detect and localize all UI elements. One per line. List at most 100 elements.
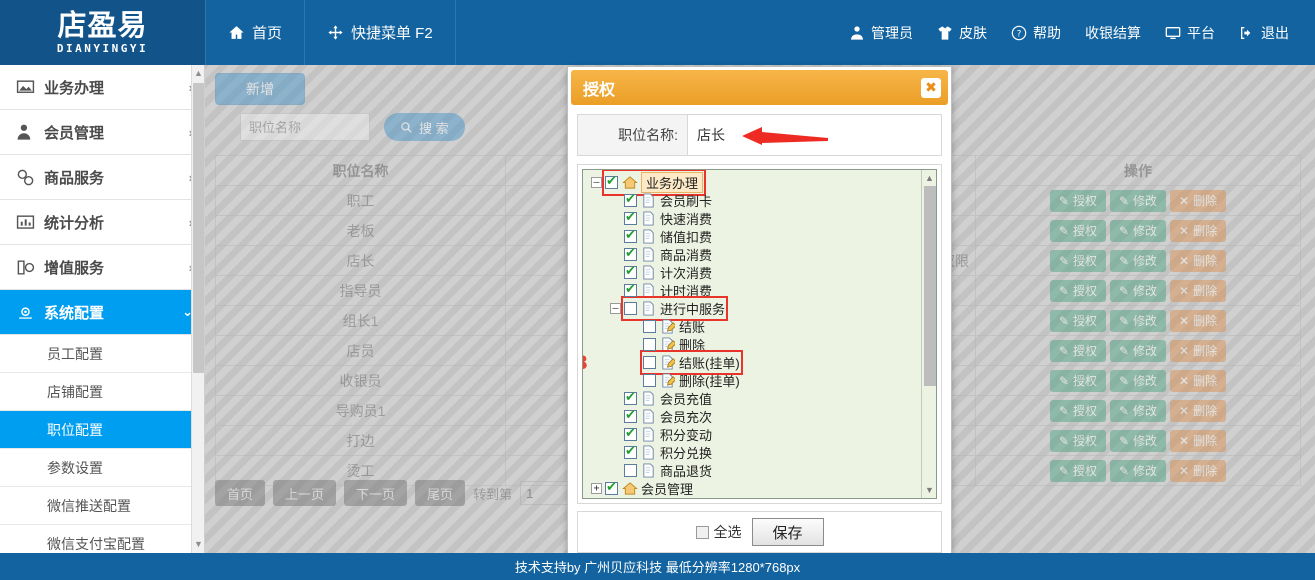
tree-node-checkbox[interactable] <box>643 337 656 351</box>
tree-node-checkbox[interactable] <box>605 174 618 189</box>
sidebar-subitem-position[interactable]: 职位配置 <box>0 411 204 449</box>
tree-node-content[interactable]: 计时消费 <box>624 281 712 300</box>
grant-button[interactable]: ✎ 授权 <box>1049 369 1106 392</box>
tree-node-content[interactable]: 会员管理 <box>605 479 693 498</box>
grant-button[interactable]: ✎ 授权 <box>1049 249 1106 272</box>
tree-node-content[interactable]: 会员充次 <box>624 407 712 426</box>
sidebar-item-members[interactable]: 会员管理 › <box>0 110 204 155</box>
sidebar-subitem-wechat-alipay[interactable]: 微信支付宝配置 <box>0 525 204 553</box>
edit-button[interactable]: ✎ 修改 <box>1109 249 1167 272</box>
tree-scroll-down-icon[interactable]: ▼ <box>925 485 934 495</box>
nav-item-admin[interactable]: 管理员 <box>837 23 925 43</box>
tree-scrollbar-thumb[interactable] <box>924 186 936 386</box>
scroll-down-arrow-icon[interactable]: ▼ <box>194 540 203 549</box>
tree-scrollbar[interactable]: ▲ ▼ <box>921 170 936 498</box>
nav-item-skin[interactable]: 皮肤 <box>925 23 999 43</box>
edit-button[interactable]: ✎ 修改 <box>1109 189 1167 212</box>
scroll-up-arrow-icon[interactable]: ▲ <box>194 69 203 78</box>
tree-node[interactable]: 删除(挂单) <box>583 371 893 389</box>
tree-node[interactable]: 会员充次 <box>583 407 893 425</box>
delete-button[interactable]: ✕ 删除 <box>1170 189 1227 212</box>
nav-item-quickmenu[interactable]: 快捷菜单 F2 <box>305 0 456 65</box>
edit-button[interactable]: ✎ 修改 <box>1109 369 1167 392</box>
tree-node[interactable]: 积分兑换 <box>583 443 893 461</box>
delete-button[interactable]: ✕ 删除 <box>1170 249 1227 272</box>
tree-node-checkbox[interactable] <box>624 210 637 225</box>
nav-item-platform[interactable]: 平台 <box>1153 23 1227 43</box>
nav-item-logout[interactable]: 退出 <box>1227 23 1301 43</box>
save-button[interactable]: 保存 <box>751 518 824 546</box>
tree-node[interactable]: 商品退货 <box>583 461 893 479</box>
sidebar-item-system[interactable]: 系统配置 ⌄ <box>0 290 204 335</box>
tree-node-content[interactable]: 会员刷卡 <box>624 191 712 210</box>
delete-button[interactable]: ✕ 删除 <box>1170 369 1227 392</box>
tree-node-content[interactable]: 储值扣费 <box>624 227 712 246</box>
sidebar-item-valueadded[interactable]: 增值服务 › <box>0 245 204 290</box>
grant-button[interactable]: ✎ 授权 <box>1049 219 1106 242</box>
tree-node-checkbox[interactable] <box>624 192 637 207</box>
tree-node-content[interactable]: 结账(挂单) <box>640 349 743 375</box>
tree-node-content[interactable]: 进行中服务 <box>620 295 729 321</box>
pagination-first[interactable]: 首页 <box>215 480 266 506</box>
grant-button[interactable]: ✎ 授权 <box>1049 429 1106 452</box>
nav-item-checkout[interactable]: 收银结算 <box>1073 23 1153 43</box>
grant-button[interactable]: ✎ 授权 <box>1049 279 1106 302</box>
edit-button[interactable]: ✎ 修改 <box>1109 399 1167 422</box>
tree-node[interactable]: 结账(挂单) <box>583 349 893 375</box>
tree-node-content[interactable]: 商品退货 <box>624 461 712 480</box>
tree-node[interactable]: 积分变动 <box>583 425 893 443</box>
edit-button[interactable]: ✎ 修改 <box>1109 459 1167 482</box>
tree-node-checkbox[interactable] <box>624 390 637 405</box>
collapse-icon[interactable]: – <box>591 176 602 188</box>
tree-node-content[interactable]: 删除(挂单) <box>643 371 740 390</box>
nav-item-help[interactable]: ? 帮助 <box>999 23 1073 43</box>
tree-node-content[interactable]: 快速消费 <box>624 209 712 228</box>
close-icon[interactable]: ✖ <box>921 77 941 98</box>
tree-scroll-up-icon[interactable]: ▲ <box>925 173 934 183</box>
search-input[interactable] <box>240 113 370 141</box>
grant-button[interactable]: ✎ 授权 <box>1049 309 1106 332</box>
sidebar-item-goods[interactable]: 商品服务 › <box>0 155 204 200</box>
tree-node-checkbox[interactable] <box>624 426 637 441</box>
delete-button[interactable]: ✕ 删除 <box>1170 339 1227 362</box>
edit-button[interactable]: ✎ 修改 <box>1109 309 1167 332</box>
sidebar-item-statistics[interactable]: 统计分析 › <box>0 200 204 245</box>
delete-button[interactable]: ✕ 删除 <box>1170 279 1227 302</box>
tree-node-content[interactable]: 积分变动 <box>624 425 712 444</box>
tree-node-checkbox[interactable] <box>643 373 656 387</box>
delete-button[interactable]: ✕ 删除 <box>1170 399 1227 422</box>
tree-node-content[interactable]: 商品消费 <box>624 245 712 264</box>
tree-node-content[interactable]: 业务办理 <box>601 170 707 196</box>
tree-node[interactable]: 快速消费 <box>583 209 893 227</box>
delete-button[interactable]: ✕ 删除 <box>1170 219 1227 242</box>
tree-node[interactable]: 结账 <box>583 317 893 335</box>
sidebar-item-business[interactable]: 业务办理 › <box>0 65 204 110</box>
add-button[interactable]: 新增 <box>215 73 305 105</box>
select-all-checkbox[interactable] <box>695 525 709 539</box>
tree-node[interactable]: 计时消费 <box>583 281 893 299</box>
tree-node[interactable]: 计次消费 <box>583 263 893 281</box>
delete-button[interactable]: ✕ 删除 <box>1170 459 1227 482</box>
pagination-prev[interactable]: 上一页 <box>273 480 337 506</box>
tree-node-content[interactable]: 结账 <box>643 317 705 336</box>
grant-button[interactable]: ✎ 授权 <box>1049 399 1106 422</box>
collapse-icon[interactable]: – <box>610 302 621 314</box>
app-logo[interactable]: 店盈易 DIANYINGYI <box>0 0 205 65</box>
expand-icon[interactable]: + <box>591 482 602 494</box>
grant-button[interactable]: ✎ 授权 <box>1049 189 1106 212</box>
tree-node-checkbox[interactable] <box>624 282 637 297</box>
tree-node-checkbox[interactable] <box>624 463 637 477</box>
tree-node-checkbox[interactable] <box>624 444 637 459</box>
tree-node[interactable]: – 业务办理 <box>583 170 893 196</box>
tree-node-checkbox[interactable] <box>624 228 637 243</box>
tree-node[interactable]: 删除 <box>583 335 893 353</box>
tree-node-content[interactable]: 删除 <box>643 335 705 354</box>
search-button[interactable]: 搜 索 <box>384 113 465 141</box>
tree-node-checkbox[interactable] <box>643 355 656 369</box>
tree-node[interactable]: + 会员管理 <box>583 479 893 497</box>
sidebar-subitem-params[interactable]: 参数设置 <box>0 449 204 487</box>
tree-node-checkbox[interactable] <box>624 408 637 423</box>
sidebar-scrollbar-thumb[interactable] <box>193 83 204 373</box>
tree-node-content[interactable]: 会员充值 <box>624 389 712 408</box>
sidebar-subitem-shop[interactable]: 店铺配置 <box>0 373 204 411</box>
